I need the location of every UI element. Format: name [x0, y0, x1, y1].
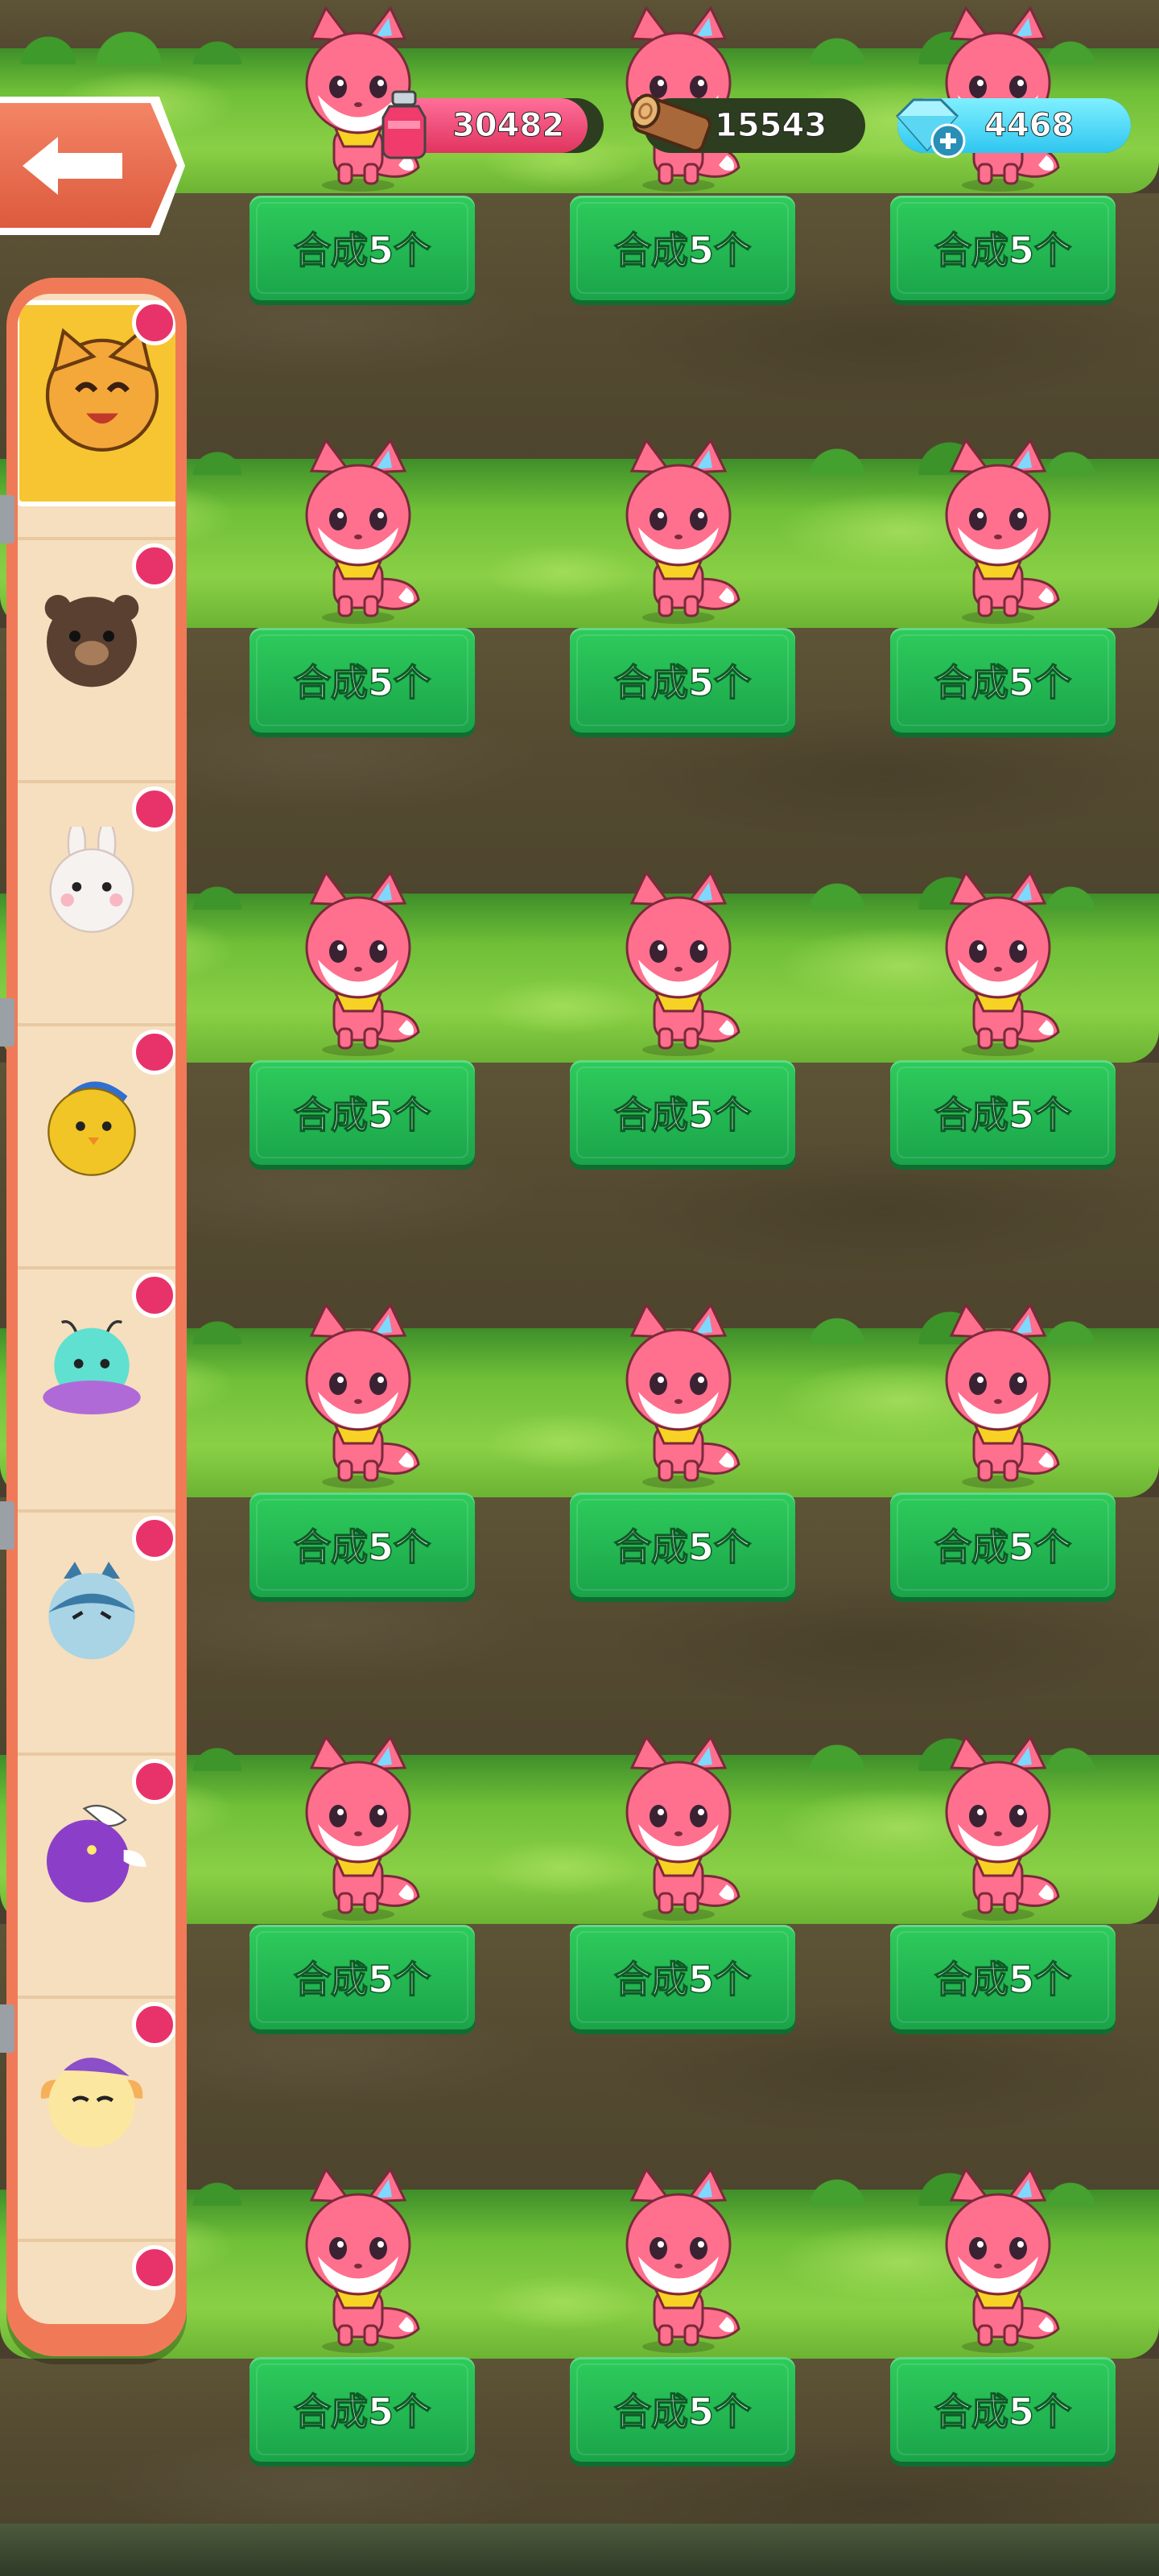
purple-bird-icon: [47, 1805, 146, 1903]
notification-dot: [132, 2245, 175, 2290]
notification-dot: [132, 1030, 175, 1075]
juice-value: 30482: [452, 107, 565, 145]
sidebar-divider: [18, 537, 175, 540]
notification-dot: [132, 786, 175, 832]
fox-character: [614, 2167, 743, 2353]
gem-value: 4468: [984, 107, 1074, 145]
merge-5-button[interactable]: 合成5个: [890, 196, 1116, 300]
sidebar-list: [18, 294, 175, 2324]
merge-5-button[interactable]: 合成5个: [890, 1060, 1116, 1165]
sidebar-divider: [18, 1266, 175, 1269]
sidebar-clip: [0, 495, 14, 543]
chick-icon: [47, 1081, 136, 1176]
sidebar-divider: [18, 1996, 175, 1999]
notification-dot: [132, 1273, 175, 1318]
notification-dot: [132, 2002, 175, 2047]
fox-character: [614, 1735, 743, 1921]
fox-character: [934, 1735, 1062, 1921]
sidebar-item-more[interactable]: [18, 2245, 175, 2324]
merge-5-button[interactable]: 合成5个: [250, 1492, 475, 1597]
arrow-left-icon: [23, 137, 122, 195]
bear-icon: [44, 595, 139, 687]
merge-5-button[interactable]: 合成5个: [250, 2357, 475, 2462]
sidebar-item-unicorn[interactable]: [18, 2002, 175, 2244]
wood-counter: 15543: [630, 93, 865, 153]
sidebar-divider: [18, 2239, 175, 2242]
sidebar-divider: [18, 1752, 175, 1756]
merge-5-button[interactable]: 合成5个: [250, 196, 475, 300]
fox-character: [294, 1302, 423, 1488]
back-button[interactable]: [0, 103, 177, 228]
sidebar-item-chick[interactable]: [18, 1030, 175, 1271]
alien-icon: [43, 1320, 141, 1414]
fox-character: [614, 438, 743, 624]
bottom-scenery: [0, 2524, 1159, 2576]
fox-character: [934, 870, 1062, 1056]
merge-5-button[interactable]: 合成5个: [570, 196, 795, 300]
fox-character: [294, 438, 423, 624]
sidebar-item-rabbit[interactable]: [18, 786, 175, 1028]
plus-icon[interactable]: [930, 122, 967, 159]
fox-character: [934, 2167, 1062, 2353]
merge-5-button[interactable]: 合成5个: [250, 1060, 475, 1165]
wood-log-icon: [630, 93, 711, 153]
sidebar-item-alien[interactable]: [18, 1273, 175, 1514]
fox-character: [934, 1302, 1062, 1488]
merge-5-button[interactable]: 合成5个: [250, 1925, 475, 2029]
sidebar-item-shark[interactable]: [18, 1516, 175, 1757]
fox-character: [294, 2167, 423, 2353]
more-icon: [35, 2285, 148, 2324]
merge-5-button[interactable]: 合成5个: [570, 628, 795, 733]
juice-counter: 30482: [382, 90, 604, 159]
shark-icon: [48, 1562, 135, 1660]
sidebar-item-purple-bird[interactable]: [18, 1759, 175, 2000]
unicorn-icon: [40, 2058, 143, 2148]
merge-5-button[interactable]: 合成5个: [570, 2357, 795, 2462]
sidebar-divider: [18, 1509, 175, 1513]
merge-5-button[interactable]: 合成5个: [890, 1492, 1116, 1597]
sidebar-item-bear[interactable]: [18, 543, 175, 785]
merge-5-button[interactable]: 合成5个: [570, 1060, 795, 1165]
sidebar-item-cat[interactable]: [18, 300, 175, 542]
sidebar-divider: [18, 1023, 175, 1026]
merge-5-button[interactable]: 合成5个: [890, 628, 1116, 733]
merge-5-button[interactable]: 合成5个: [890, 2357, 1116, 2462]
merge-5-button[interactable]: 合成5个: [570, 1925, 795, 2029]
gem-counter[interactable]: 4468: [895, 98, 1131, 159]
potion-icon: [382, 90, 427, 159]
fox-character: [294, 1735, 423, 1921]
sidebar-clip: [0, 998, 14, 1046]
fox-character: [934, 438, 1062, 624]
character-sidebar: [0, 278, 187, 2356]
fox-character: [294, 870, 423, 1056]
merge-5-button[interactable]: 合成5个: [250, 628, 475, 733]
wood-value: 15543: [714, 107, 827, 145]
sidebar-divider: [18, 780, 175, 783]
notification-dot: [132, 1516, 175, 1561]
notification-dot: [132, 1759, 175, 1804]
sidebar-clip: [0, 1501, 14, 1550]
merge-5-button[interactable]: 合成5个: [890, 1925, 1116, 2029]
rabbit-icon: [49, 827, 134, 933]
notification-dot: [132, 300, 175, 345]
merge-5-button[interactable]: 合成5个: [570, 1492, 795, 1597]
notification-dot: [132, 543, 175, 588]
fox-character: [614, 1302, 743, 1488]
fox-character: [614, 870, 743, 1056]
sidebar-clip: [0, 2004, 14, 2053]
